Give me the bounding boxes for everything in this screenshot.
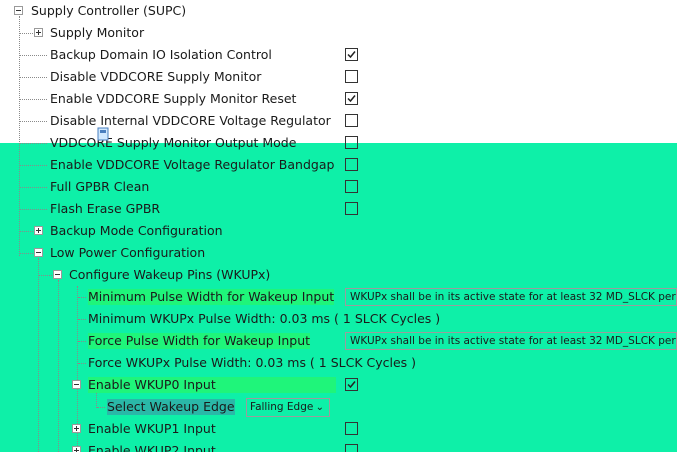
setting-label: Minimum Pulse Width for Wakeup Input bbox=[88, 289, 335, 305]
setting-wakeup-edge: Select Wakeup Edge Falling Edge ⌄ bbox=[0, 396, 677, 418]
tree-expander-icon[interactable] bbox=[34, 248, 43, 257]
checkbox-enable-wkup0[interactable] bbox=[345, 378, 358, 391]
checkbox-enable-wkup2[interactable] bbox=[345, 444, 358, 452]
setting-label: Full GPBR Clean bbox=[50, 179, 150, 194]
tree-node-label: Supply Monitor bbox=[50, 25, 145, 40]
readout-force-pulse-width: Force WKUPx Pulse Width: 0.03 ms ( 1 SLC… bbox=[0, 352, 677, 374]
setting-disable-vddcore-monitor: Disable VDDCORE Supply Monitor bbox=[0, 66, 677, 88]
setting-label: Flash Erase GPBR bbox=[50, 201, 161, 216]
setting-regulator-bandgap: Enable VDDCORE Voltage Regulator Bandgap bbox=[0, 154, 677, 176]
readout-label: Minimum WKUPx Pulse Width: 0.03 ms ( 1 S… bbox=[88, 311, 441, 326]
setting-label: Enable WKUP0 Input bbox=[88, 377, 336, 393]
tree-node-low-power-config[interactable]: Low Power Configuration bbox=[0, 242, 677, 264]
setting-label: Force Pulse Width for Wakeup Input bbox=[88, 333, 311, 349]
readout-min-pulse-width: Minimum WKUPx Pulse Width: 0.03 ms ( 1 S… bbox=[0, 308, 677, 330]
checkbox-disable-internal-regulator[interactable] bbox=[345, 114, 358, 127]
setting-force-pulse-width: Force Pulse Width for Wakeup Input WKUPx… bbox=[0, 330, 677, 352]
checkbox-enable-wkup1[interactable] bbox=[345, 422, 358, 435]
force-pulse-width-select[interactable]: WKUPx shall be in its active state for a… bbox=[345, 332, 677, 350]
checkbox-enable-vddcore-reset[interactable] bbox=[345, 92, 358, 105]
tree-node-label: Configure Wakeup Pins (WKUPx) bbox=[69, 267, 271, 282]
tree-node-label: Supply Controller (SUPC) bbox=[31, 3, 187, 18]
tree-node-label: Low Power Configuration bbox=[50, 245, 206, 260]
tree-expander-icon[interactable] bbox=[53, 270, 62, 279]
tree-node-label: Backup Mode Configuration bbox=[50, 223, 223, 238]
checkbox-flash-erase-gpbr[interactable] bbox=[345, 202, 358, 215]
setting-label: Enable WKUP1 Input bbox=[88, 421, 216, 436]
tree-expander-icon[interactable] bbox=[72, 446, 81, 452]
checkbox-regulator-bandgap[interactable] bbox=[345, 158, 358, 171]
readout-label: Force WKUPx Pulse Width: 0.03 ms ( 1 SLC… bbox=[88, 355, 417, 370]
setting-enable-wkup2[interactable]: Enable WKUP2 Input bbox=[0, 440, 677, 452]
setting-label: Enable VDDCORE Supply Monitor Reset bbox=[50, 91, 297, 106]
setting-label: Enable WKUP2 Input bbox=[88, 443, 216, 452]
setting-full-gpbr-clean: Full GPBR Clean bbox=[0, 176, 677, 198]
tree-node-backup-mode-config[interactable]: Backup Mode Configuration bbox=[0, 220, 677, 242]
tree-node-supc[interactable]: Supply Controller (SUPC) bbox=[0, 0, 677, 22]
setting-label: VDDCORE Supply Monitor Output Mode bbox=[50, 135, 297, 150]
checkbox-backup-io-isolation[interactable] bbox=[345, 48, 358, 61]
tree-expander-icon[interactable] bbox=[34, 226, 43, 235]
checkbox-full-gpbr-clean[interactable] bbox=[345, 180, 358, 193]
checkbox-disable-vddcore-monitor[interactable] bbox=[345, 70, 358, 83]
checkbox-monitor-output-mode[interactable] bbox=[345, 136, 358, 149]
wakeup-edge-select[interactable]: Falling Edge ⌄ bbox=[246, 398, 330, 417]
setting-enable-wkup0[interactable]: Enable WKUP0 Input bbox=[0, 374, 677, 396]
tree-expander-icon[interactable] bbox=[72, 424, 81, 433]
min-pulse-width-select[interactable]: WKUPx shall be in its active state for a… bbox=[345, 288, 677, 306]
setting-label: Select Wakeup Edge bbox=[107, 399, 235, 415]
setting-backup-io-isolation: Backup Domain IO Isolation Control bbox=[0, 44, 677, 66]
chevron-down-icon: ⌄ bbox=[315, 402, 324, 413]
tree-node-supply-monitor[interactable]: Supply Monitor bbox=[0, 22, 677, 44]
tree-expander-icon[interactable] bbox=[14, 6, 23, 15]
setting-label: Disable VDDCORE Supply Monitor bbox=[50, 69, 262, 84]
select-value: Falling Edge bbox=[250, 401, 314, 413]
setting-label: Enable VDDCORE Voltage Regulator Bandgap bbox=[50, 157, 335, 172]
config-tree-panel: Supply Controller (SUPC) Supply Monitor … bbox=[0, 0, 677, 452]
setting-label: Disable Internal VDDCORE Voltage Regulat… bbox=[50, 113, 331, 128]
setting-enable-vddcore-reset: Enable VDDCORE Supply Monitor Reset bbox=[0, 88, 677, 110]
tree-expander-icon[interactable] bbox=[72, 380, 81, 389]
setting-label: Backup Domain IO Isolation Control bbox=[50, 47, 272, 62]
setting-flash-erase-gpbr: Flash Erase GPBR bbox=[0, 198, 677, 220]
tree-expander-icon[interactable] bbox=[34, 28, 43, 37]
setting-min-pulse-width: Minimum Pulse Width for Wakeup Input WKU… bbox=[0, 286, 677, 308]
setting-enable-wkup1[interactable]: Enable WKUP1 Input bbox=[0, 418, 677, 440]
mouse-cursor-icon bbox=[97, 127, 109, 141]
tree-node-configure-wakeup-pins[interactable]: Configure Wakeup Pins (WKUPx) bbox=[0, 264, 677, 286]
